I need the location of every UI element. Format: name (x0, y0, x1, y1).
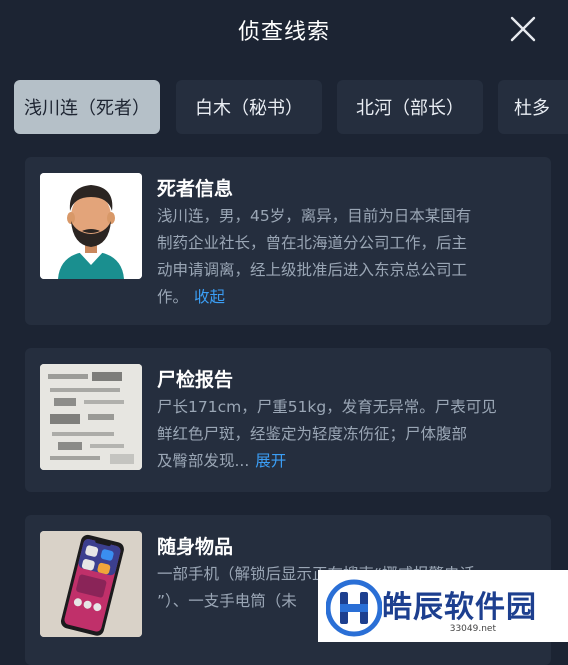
watermark-logo (326, 579, 382, 637)
tab-toda[interactable]: 杜多 (498, 80, 568, 134)
tab-label: 北河（部长） (356, 98, 464, 119)
description-line: 及臀部发现... 展开 (157, 448, 541, 475)
tab-label: 杜多 (514, 98, 550, 119)
card-description: 尸长171cm，尸重51kg，发育无异常。尸表可见 鲜红色尸斑，经鉴定为轻度冻伤… (157, 394, 541, 475)
description-line: 鲜红色尸斑，经鉴定为轻度冻伤征；尸体腹部 (157, 425, 468, 443)
card-title: 随身物品 (157, 536, 234, 558)
watermark: 皓辰软件园 33049.net (318, 570, 568, 642)
header: 侦查线索 (0, 0, 568, 58)
description-line: 作。 收起 (157, 284, 541, 311)
victim-portrait (40, 173, 142, 279)
document-photo (40, 364, 142, 470)
tab-asakawa[interactable]: 浅川连（死者） (14, 80, 160, 134)
description-line: 尸长171cm，尸重51kg，发育无异常。尸表可见 (157, 398, 497, 416)
tab-label: 浅川连（死者） (24, 98, 150, 119)
page-title: 侦查线索 (237, 20, 330, 45)
phone-photo (40, 531, 142, 637)
tab-shiraki[interactable]: 白木（秘书） (176, 80, 322, 134)
portrait-avatar-icon (40, 173, 142, 279)
expand-link[interactable]: 展开 (255, 452, 286, 470)
tab-kitagawa[interactable]: 北河（部长） (337, 80, 483, 134)
description-line: 动申请调离，经上级批准后进入东京总公司工 (157, 261, 468, 279)
watermark-url: 33049.net (449, 624, 496, 634)
close-button[interactable] (508, 14, 538, 44)
description-line: 浅川连，男，45岁，离异，目前为日本某国有 (157, 207, 472, 225)
description-text: 作。 (157, 288, 189, 306)
tab-label: 白木（秘书） (195, 98, 303, 119)
card-title: 尸检报告 (157, 369, 234, 391)
card-title: 死者信息 (157, 178, 234, 200)
suspect-tabs: 浅川连（死者） 白木（秘书） 北河（部长） 杜多 (0, 80, 568, 136)
clue-card-autopsy-report[interactable]: 尸检报告 尸长171cm，尸重51kg，发育无异常。尸表可见 鲜红色尸斑，经鉴定… (25, 348, 551, 492)
description-text: 及臀部发现... (157, 452, 250, 470)
autopsy-report-photo (40, 364, 142, 470)
card-description: 浅川连，男，45岁，离异，目前为日本某国有 制药企业社长，曾在北海道分公司工作，… (157, 203, 541, 311)
description-line: 制药企业社长，曾在北海道分公司工作，后主 (157, 234, 468, 252)
close-icon (510, 16, 536, 42)
collapse-link[interactable]: 收起 (194, 288, 225, 306)
watermark-text: 皓辰软件园 (382, 590, 537, 625)
clue-card-victim-info[interactable]: 死者信息 浅川连，男，45岁，离异，目前为日本某国有 制药企业社长，曾在北海道分… (25, 157, 551, 325)
belongings-photo (40, 531, 142, 637)
